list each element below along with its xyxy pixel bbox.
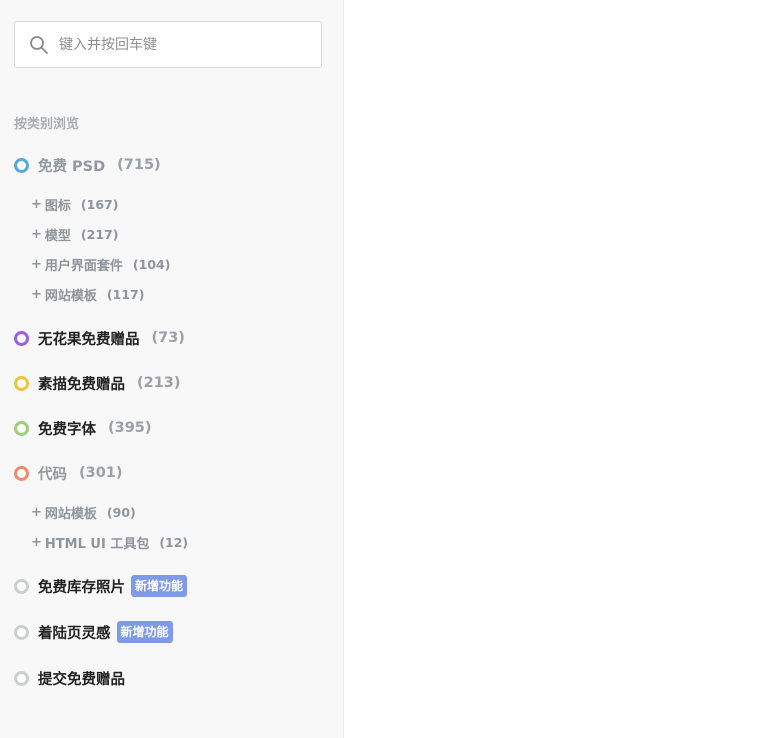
- category-count: (301): [79, 465, 123, 481]
- category-submit-freebie[interactable]: 提交免费赠品: [14, 667, 125, 689]
- subcategory-count: (104): [132, 256, 171, 272]
- category-label: 免费字体: [38, 421, 96, 438]
- plus-icon: +: [31, 286, 42, 302]
- category-label: 着陆页灵感: [38, 625, 111, 642]
- category-free-fonts[interactable]: 免费字体 (395): [14, 417, 152, 439]
- subcategory-label: 用户界面套件: [44, 258, 123, 274]
- plus-icon: +: [31, 256, 42, 272]
- category-label: 免费 PSD: [38, 158, 106, 175]
- category-free-stock-photos[interactable]: 免费库存照片 新增功能: [14, 575, 188, 597]
- plus-icon: +: [31, 196, 42, 212]
- subcategory-label: 网站模板: [44, 288, 97, 304]
- subcategory-count: (217): [80, 226, 119, 242]
- plus-icon: +: [31, 504, 42, 520]
- subcategory-mockups[interactable]: + 模型 (217): [31, 225, 119, 244]
- subcategory-icons[interactable]: + 图标 (167): [31, 195, 119, 214]
- category-sketch-freebies[interactable]: 素描免费赠品 (213): [14, 372, 181, 394]
- category-code[interactable]: 代码 (301): [14, 462, 123, 484]
- category-figma-freebies[interactable]: 无花果免费赠品 (73): [14, 327, 185, 349]
- ring-dot-icon: [14, 624, 29, 640]
- subcategory-code-web-templates[interactable]: + 网站模板 (90): [31, 503, 136, 522]
- category-label: 无花果免费赠品: [38, 331, 140, 348]
- category-label: 提交免费赠品: [38, 671, 125, 688]
- ring-dot-icon: [14, 157, 29, 173]
- search-icon: [29, 35, 49, 55]
- subcategory-count: (117): [106, 286, 145, 302]
- browse-heading: 按类别浏览: [14, 117, 80, 132]
- search-box[interactable]: [14, 21, 322, 68]
- category-count: (213): [137, 375, 181, 391]
- subcategory-label: 图标: [44, 198, 71, 214]
- new-badge: 新增功能: [116, 621, 173, 643]
- subcategory-label: 模型: [44, 228, 71, 244]
- category-label: 素描免费赠品: [38, 376, 125, 393]
- category-free-psd[interactable]: 免费 PSD (715): [14, 154, 161, 176]
- subcategory-label: 网站模板: [44, 506, 97, 522]
- ring-dot-icon: [14, 578, 29, 594]
- ring-dot-icon: [14, 330, 29, 346]
- subcategory-count: (167): [80, 196, 119, 212]
- ring-dot-icon: [14, 670, 29, 686]
- category-label: 代码: [38, 466, 67, 483]
- sidebar: 按类别浏览 免费 PSD (715) + 图标 (167) + 模型 (217)…: [0, 0, 344, 738]
- main-content: [345, 0, 774, 738]
- subcategory-count: (12): [159, 534, 189, 550]
- search-input[interactable]: [57, 28, 301, 61]
- plus-icon: +: [31, 226, 42, 242]
- category-landing-page-inspiration[interactable]: 着陆页灵感 新增功能: [14, 621, 173, 643]
- subcategory-html-ui-kits[interactable]: + HTML UI 工具包 (12): [31, 533, 189, 552]
- category-count: (73): [151, 330, 185, 346]
- subcategory-label: HTML UI 工具包: [44, 536, 150, 552]
- subcategory-web-templates[interactable]: + 网站模板 (117): [31, 285, 145, 304]
- category-count: (395): [108, 420, 152, 436]
- subcategory-ui-kits[interactable]: + 用户界面套件 (104): [31, 255, 171, 274]
- category-count: (715): [117, 157, 161, 173]
- ring-dot-icon: [14, 465, 29, 481]
- category-label: 免费库存照片: [38, 579, 125, 596]
- ring-dot-icon: [14, 420, 29, 436]
- subcategory-count: (90): [106, 504, 136, 520]
- ring-dot-icon: [14, 375, 29, 391]
- new-badge: 新增功能: [131, 575, 188, 597]
- plus-icon: +: [31, 534, 42, 550]
